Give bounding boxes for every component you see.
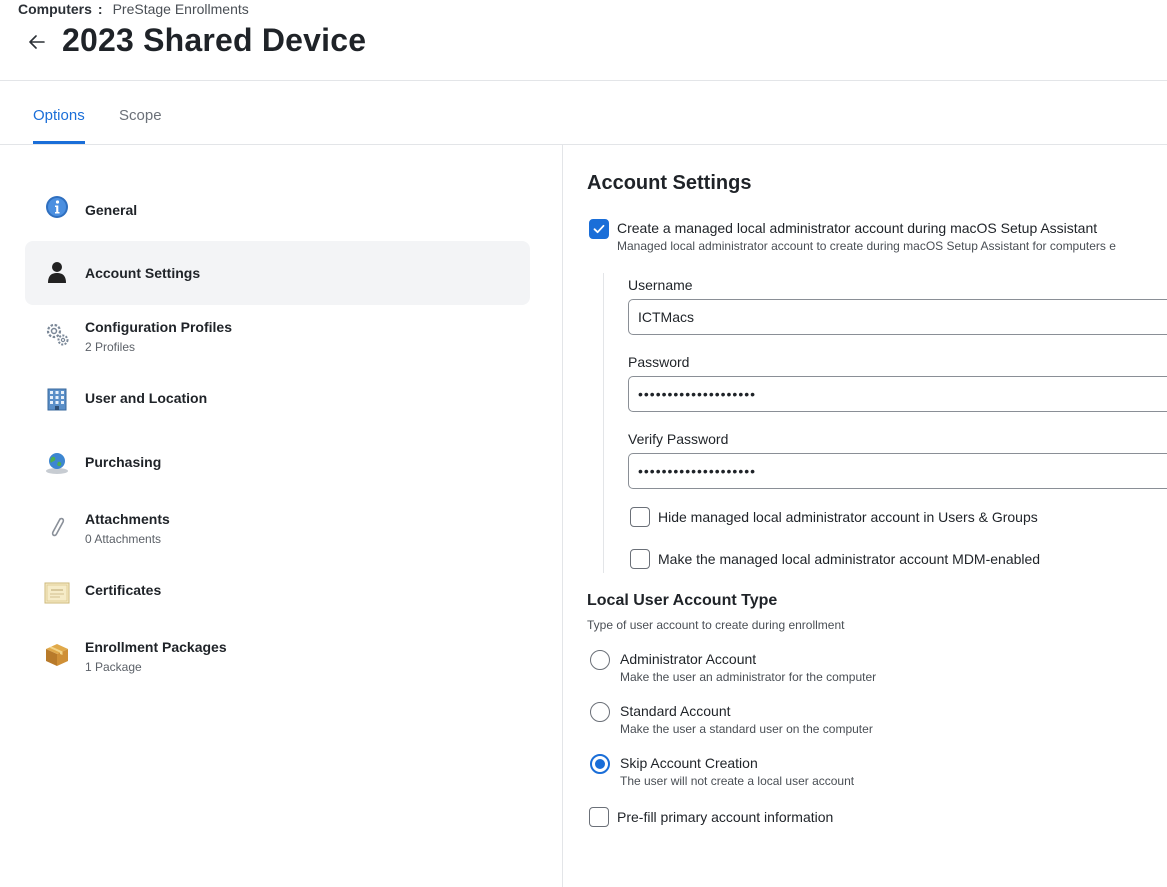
arrow-left-icon	[29, 35, 45, 49]
checkmark-icon	[593, 224, 605, 234]
back-button[interactable]	[26, 30, 48, 54]
create-admin-label: Create a managed local administrator acc…	[617, 220, 1098, 236]
breadcrumb-prestage-enrollments[interactable]: PreStage Enrollments	[113, 1, 249, 17]
create-admin-checkbox[interactable]	[589, 219, 609, 239]
mdm-enabled-label: Make the managed local administrator acc…	[658, 551, 1041, 567]
radio-description: The user will not create a local user ac…	[620, 774, 855, 788]
radio-label: Administrator Account	[620, 651, 757, 667]
building-icon	[44, 386, 70, 412]
sidebar-item-label: Attachments	[85, 511, 170, 527]
breadcrumb: Computers : PreStage Enrollments	[18, 1, 249, 17]
globe-icon	[44, 450, 70, 476]
mdm-enabled-checkbox[interactable]	[630, 549, 650, 569]
sidebar-item-label: General	[85, 202, 138, 218]
prefill-account-label: Pre-fill primary account information	[617, 809, 834, 825]
sidebar-item-label: User and Location	[85, 390, 208, 406]
create-admin-description: Managed local administrator account to c…	[617, 239, 1116, 253]
radio-label: Standard Account	[620, 703, 731, 719]
paperclip-icon	[44, 514, 70, 540]
breadcrumb-computers[interactable]: Computers	[18, 1, 92, 17]
gears-icon	[44, 321, 70, 347]
sidebar-item-enrollment-packages[interactable]: Enrollment Packages 1 Package	[25, 625, 530, 689]
radio-skip-account-creation[interactable]	[590, 754, 610, 774]
sidebar-item-account-settings[interactable]: Account Settings	[25, 241, 530, 305]
tab-scope[interactable]: Scope	[119, 107, 162, 144]
sidebar-item-count: 2 Profiles	[85, 340, 136, 354]
tab-options[interactable]: Options	[33, 107, 85, 144]
sidebar-item-count: 0 Attachments	[85, 532, 162, 546]
sidebar-item-label: Purchasing	[85, 454, 162, 470]
account-settings-panel: Account Settings Create a managed local …	[563, 145, 1167, 887]
sidebar-item-general[interactable]: General	[25, 177, 530, 241]
sidebar-item-user-and-location[interactable]: User and Location	[25, 369, 530, 433]
page-header: Computers : PreStage Enrollments 2023 Sh…	[0, 0, 1167, 81]
verify-password-input[interactable]	[628, 453, 1167, 489]
radio-administrator-account[interactable]	[590, 650, 610, 670]
verify-password-label: Verify Password	[628, 431, 729, 447]
password-label: Password	[628, 354, 690, 370]
sidebar-item-label: Enrollment Packages	[85, 639, 227, 655]
package-icon	[44, 641, 70, 667]
password-input[interactable]	[628, 376, 1167, 412]
radio-description: Make the user an administrator for the c…	[620, 670, 877, 684]
username-input[interactable]	[628, 299, 1167, 335]
sidebar-item-label: Certificates	[85, 582, 162, 598]
sidebar-item-configuration-profiles[interactable]: Configuration Profiles 2 Profiles	[25, 305, 530, 369]
sidebar-item-attachments[interactable]: Attachments 0 Attachments	[25, 497, 530, 561]
sidebar-item-purchasing[interactable]: Purchasing	[25, 433, 530, 497]
sidebar-item-label: Configuration Profiles	[85, 319, 232, 335]
settings-sidebar: General Account Settings Configuration P…	[0, 145, 563, 887]
sidebar-item-label: Account Settings	[85, 265, 201, 281]
radio-label: Skip Account Creation	[620, 755, 758, 771]
certificate-icon	[44, 580, 70, 606]
radio-standard-account[interactable]	[590, 702, 610, 722]
username-label: Username	[628, 277, 693, 293]
local-user-account-type-description: Type of user account to create during en…	[587, 618, 845, 632]
radio-description: Make the user a standard user on the com…	[620, 722, 873, 736]
sidebar-item-count: 1 Package	[85, 660, 142, 674]
hide-admin-checkbox[interactable]	[630, 507, 650, 527]
page-title: 2023 Shared Device	[62, 22, 367, 58]
breadcrumb-separator: :	[97, 1, 103, 17]
tab-bar: Options Scope	[0, 81, 1167, 145]
section-title: Account Settings	[587, 172, 752, 194]
user-silhouette-icon	[44, 259, 70, 285]
local-user-account-type-title: Local User Account Type	[587, 592, 778, 609]
prefill-account-checkbox[interactable]	[589, 807, 609, 827]
hide-admin-label: Hide managed local administrator account…	[658, 509, 1038, 525]
info-icon	[44, 194, 70, 220]
sidebar-item-certificates[interactable]: Certificates	[25, 561, 530, 625]
indent-divider	[603, 273, 604, 573]
